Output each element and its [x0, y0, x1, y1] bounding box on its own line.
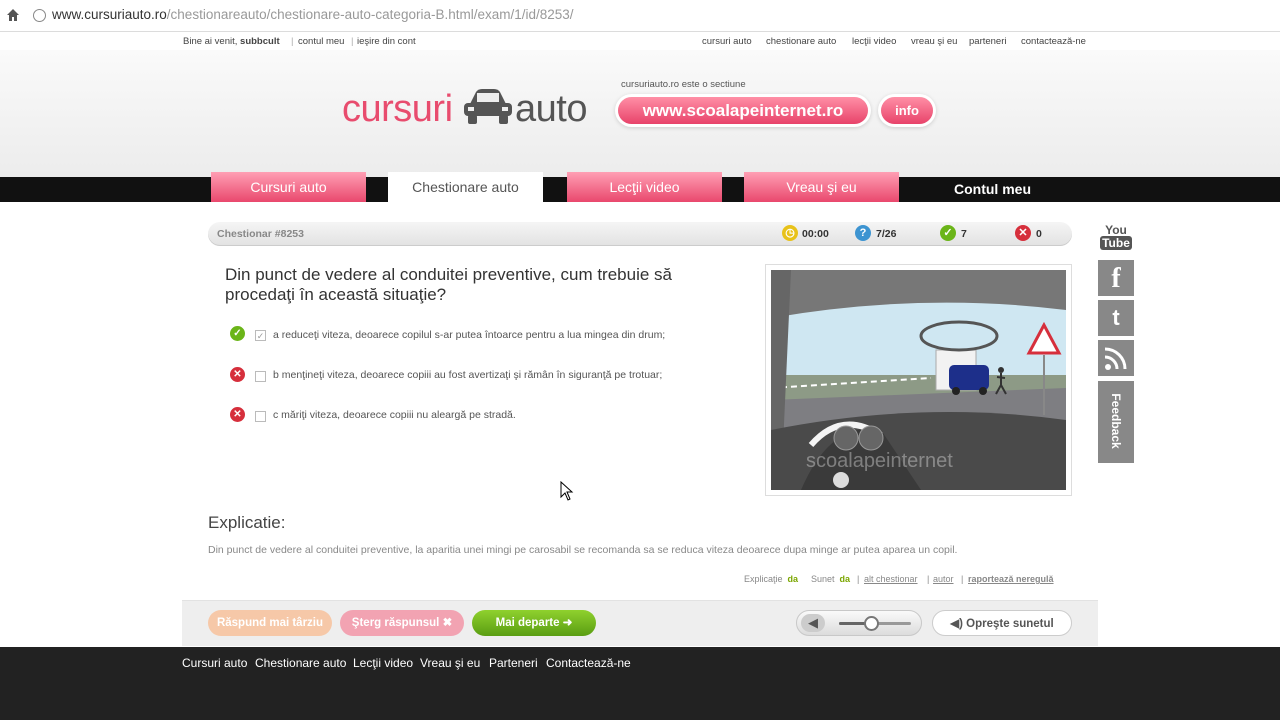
speaker-icon[interactable]: ◀: [801, 614, 825, 632]
answer-a-checkbox[interactable]: ✓: [255, 330, 266, 341]
tab-lectii-video[interactable]: Lecţii video: [567, 172, 722, 202]
sound-toggle[interactable]: Sunet da: [811, 574, 850, 584]
explanation-toggle[interactable]: Explicaţie da: [744, 574, 798, 584]
footer-link-vreau[interactable]: Vreau şi eu: [420, 656, 480, 670]
answer-b-checkbox[interactable]: [255, 371, 266, 382]
top-link-chestionare[interactable]: chestionare auto: [766, 36, 836, 47]
top-link-parteneri[interactable]: parteneri: [969, 36, 1007, 47]
tab-vreau-si-eu[interactable]: Vreau şi eu: [744, 172, 899, 202]
progress-count: 7/26: [876, 228, 897, 240]
answer-a-text[interactable]: a reduceţi viteza, deoarece copilul s-ar…: [273, 329, 665, 341]
mouse-cursor-icon: [560, 481, 574, 501]
clear-x-icon: ✖: [442, 617, 453, 629]
next-button[interactable]: Mai departe ➜: [472, 610, 596, 636]
logo-text-right[interactable]: auto: [515, 88, 587, 131]
arrow-right-icon: ➜: [562, 617, 573, 629]
footer-link-lectii[interactable]: Lecţii video: [353, 656, 413, 670]
answer-b-text[interactable]: b menţineţi viteza, deoarece copiii au f…: [273, 369, 662, 381]
explanation-text: Din punct de vedere al conduitei prevent…: [208, 544, 958, 556]
volume-control: ◀: [796, 610, 922, 636]
speaker-icon: ◀): [950, 618, 963, 630]
url-field[interactable]: www.cursuriauto.ro/chestionareauto/chest…: [52, 7, 574, 22]
clock-icon: ◷: [782, 225, 798, 241]
account-link[interactable]: contul meu: [298, 36, 344, 47]
top-link-lectii[interactable]: lecţii video: [852, 36, 896, 47]
home-icon[interactable]: [6, 8, 20, 22]
top-link-cursuri[interactable]: cursuri auto: [702, 36, 752, 47]
answer-b-wrong-icon: ✕: [230, 367, 245, 382]
top-link-contact[interactable]: contactează-ne: [1021, 36, 1086, 47]
explanation-heading: Explicatie:: [208, 513, 286, 532]
question-count-icon: ?: [855, 225, 871, 241]
car-logo-icon: [464, 89, 512, 124]
wrong-icon: ✕: [1015, 225, 1031, 241]
volume-slider-track[interactable]: [839, 616, 911, 631]
rss-icon[interactable]: [1098, 340, 1134, 376]
other-quiz-link[interactable]: alt chestionar: [864, 574, 918, 584]
answer-a-correct-icon: ✓: [230, 326, 245, 341]
site-button[interactable]: www.scoalapeinternet.ro: [618, 97, 868, 124]
footer-link-parteneri[interactable]: Parteneri: [489, 656, 538, 670]
top-link-vreau[interactable]: vreau şi eu: [911, 36, 957, 47]
answer-c-wrong-icon: ✕: [230, 407, 245, 422]
welcome-text: Bine ai venit, subbcult: [183, 36, 280, 47]
driving-scene-illustration: scoalapeinternet: [770, 270, 1066, 490]
section-text: cursuriauto.ro este o sectiune: [621, 79, 746, 90]
answer-later-button[interactable]: Răspund mai târziu: [208, 610, 332, 636]
quiz-title: Chestionar #8253: [217, 228, 304, 240]
info-button[interactable]: info: [881, 97, 933, 124]
answer-c-text[interactable]: c măriţi viteza, deoarece copiii nu alea…: [273, 409, 516, 421]
twitter-icon[interactable]: t: [1098, 300, 1134, 336]
feedback-tab[interactable]: Feedback: [1098, 381, 1134, 463]
globe-icon: [33, 9, 46, 22]
question-text: Din punct de vedere al conduitei prevent…: [225, 265, 672, 304]
tab-chestionare-auto[interactable]: Chestionare auto: [388, 172, 543, 203]
logout-link[interactable]: ieşire din cont: [357, 36, 416, 47]
tab-contul-meu[interactable]: Contul meu: [915, 177, 1070, 202]
timer: 00:00: [802, 228, 829, 240]
clear-answer-button[interactable]: Şterg răspunsul ✖: [340, 610, 464, 636]
wrong-count: 0: [1036, 228, 1042, 240]
mute-button[interactable]: ◀) Opreşte sunetul: [932, 610, 1072, 636]
report-link[interactable]: raportează neregulă: [968, 574, 1054, 584]
footer-link-chestionare[interactable]: Chestionare auto: [255, 656, 346, 670]
image-watermark: scoalapeinternet: [806, 450, 953, 472]
volume-slider-knob[interactable]: [864, 616, 880, 631]
address-bar: www.cursuriauto.ro/chestionareauto/chest…: [0, 0, 1280, 32]
tab-cursuri-auto[interactable]: Cursuri auto: [211, 172, 366, 202]
author-link[interactable]: autor: [933, 574, 954, 584]
footer-link-cursuri[interactable]: Cursuri auto: [182, 656, 247, 670]
correct-icon: ✓: [940, 225, 956, 241]
youtube-icon[interactable]: You Tube: [1098, 222, 1134, 258]
correct-count: 7: [961, 228, 967, 240]
question-image: scoalapeinternet: [765, 264, 1072, 496]
answer-c-checkbox[interactable]: [255, 411, 266, 422]
logo-text-left[interactable]: cursuri: [342, 88, 453, 131]
facebook-icon[interactable]: f: [1098, 260, 1134, 296]
footer-link-contact[interactable]: Contactează-ne: [546, 656, 631, 670]
